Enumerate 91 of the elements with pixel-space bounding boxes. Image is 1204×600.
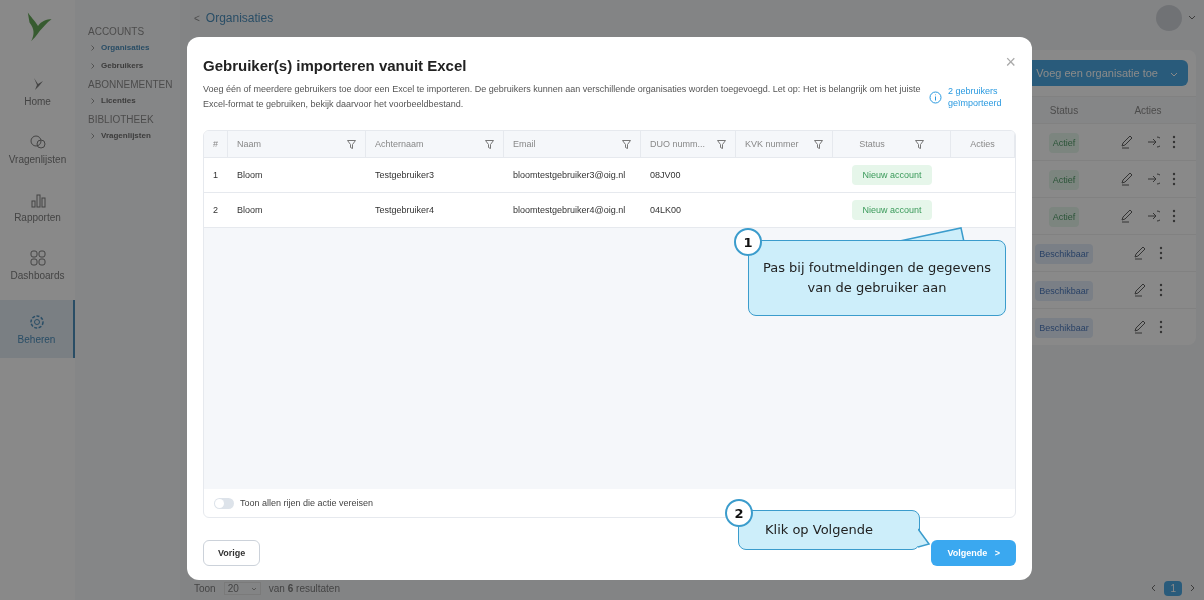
page-size-select[interactable]: 20 [223,581,261,595]
chevron-right-icon[interactable] [1190,584,1196,592]
bar-chart-icon [29,191,46,208]
column-header: Status [859,139,885,149]
result-count: van 6 resultaten [268,582,340,594]
column-header: Achternaam [375,139,424,149]
nav-link[interactable]: Vragenlijsten [101,131,151,140]
more-icon[interactable] [1172,135,1176,149]
column-header: Naam [237,139,261,149]
section-heading: BIBLIOTHEEK [88,114,155,125]
chevron-right-icon [91,97,95,104]
status-badge: Beschikbaar [1035,243,1093,264]
table-cell: Bloom [237,205,263,215]
chevron-down-icon[interactable] [1188,15,1196,21]
chevron-right-icon [91,62,95,69]
nav-item[interactable]: Beheren [0,300,75,358]
pencil-icon[interactable] [1133,320,1147,334]
filter-icon[interactable] [717,139,726,149]
status-badge: Actief [1048,206,1080,227]
back-button[interactable]: < [194,12,200,24]
table-cell: bloomtestgebruiker3@oig.nl [513,170,626,180]
chevron-right-icon [91,132,95,139]
table-cell: 2 [213,205,218,215]
table-cell: 08JV00 [650,170,681,180]
nav-item[interactable]: Vragenlijsten [0,120,75,178]
dialog-title: Gebruiker(s) importeren vanuit Excel [203,57,467,74]
table-cell: 1 [213,170,218,180]
status-badge: Beschikbaar [1035,280,1093,301]
page-title: Organisaties [205,11,274,25]
page-button[interactable]: 1 [1164,580,1182,596]
caret-icon [1170,71,1178,77]
status-badge: Nieuw account [852,165,932,185]
chat-icon [28,133,47,150]
login-arrow-icon[interactable] [1146,172,1160,186]
filter-icon[interactable] [485,139,494,149]
table-cell: 04LK00 [650,205,682,215]
login-arrow-icon[interactable] [1146,135,1160,149]
more-icon[interactable] [1172,172,1176,186]
filter-icon[interactable] [914,139,924,149]
column-header: # [213,139,218,149]
status-badge: Actief [1048,169,1080,190]
pencil-icon[interactable] [1120,172,1134,186]
nav-link[interactable]: Licenties [101,96,136,105]
more-icon[interactable] [1172,209,1176,223]
pencil-icon[interactable] [1120,209,1134,223]
login-arrow-icon[interactable] [1146,209,1160,223]
toggle-switch[interactable] [214,497,234,509]
filter-icon[interactable] [347,139,356,149]
import-count-link[interactable]: 2 gebruikers geïmporteerd [948,85,1010,109]
nav-item[interactable]: Rapporten [0,178,75,236]
pencil-icon[interactable] [1133,283,1147,297]
status-badge: Beschikbaar [1035,317,1093,338]
pencil-icon[interactable] [1133,246,1147,260]
pencil-icon[interactable] [1120,135,1134,149]
info-icon [929,90,942,104]
previous-button[interactable]: Vorige [203,540,261,566]
nav-item[interactable]: Dashboards [0,236,75,294]
nav-link[interactable]: Organisaties [101,43,150,52]
column-header: Status [1048,104,1080,116]
filter-icon[interactable] [622,139,631,149]
table-cell: bloomtestgebruiker4@oig.nl [513,205,626,215]
more-icon[interactable] [1159,320,1163,334]
toggle-label: Toon allen rijen die actie vereisen [240,498,374,508]
settings-icon [28,313,45,330]
nav-link[interactable]: Gebruikers [101,61,144,70]
section-heading: ABONNEMENTEN [88,79,174,90]
table-cell: Bloom [237,170,263,180]
status-badge: Actief [1048,132,1080,153]
more-icon[interactable] [1159,246,1163,260]
close-button[interactable]: × [1005,52,1016,73]
callout-text: Pas bij foutmeldingen de gegevens van de gebruiker aan [761,259,993,297]
next-button[interactable]: Volgende > [931,540,1016,566]
table-cell: Testgebruiker4 [375,205,435,215]
show-label: Toon [194,582,216,594]
more-icon[interactable] [1159,283,1163,297]
column-header: Email [513,139,536,149]
column-header: Acties [1133,104,1163,116]
dialog-description: Voeg één of meerdere gebruikers toe door een Excel te importeren. De gebruikers kunnen aan verschillende organisaties worden toegevoegd. Let op: Het is belangrijk om het juiste Excel-format te gebruiken, bekijk daarvoor het voorbeeldbestand. [203,83,922,111]
caret-icon [250,586,257,591]
column-header: DUO numm... [650,139,705,149]
section-heading: ACCOUNTS [88,26,146,37]
chevron-left-icon[interactable] [1150,584,1157,592]
nav-item[interactable]: Home [0,62,75,120]
callout-text: Klik op Volgende [765,521,873,539]
grid-icon [29,249,46,266]
chevron-right-icon [91,44,95,51]
status-badge: Nieuw account [852,200,932,220]
column-header: KVK nummer [745,139,799,149]
column-header: Acties [970,139,995,149]
filter-icon[interactable] [814,139,823,149]
table-cell: Testgebruiker3 [375,170,435,180]
